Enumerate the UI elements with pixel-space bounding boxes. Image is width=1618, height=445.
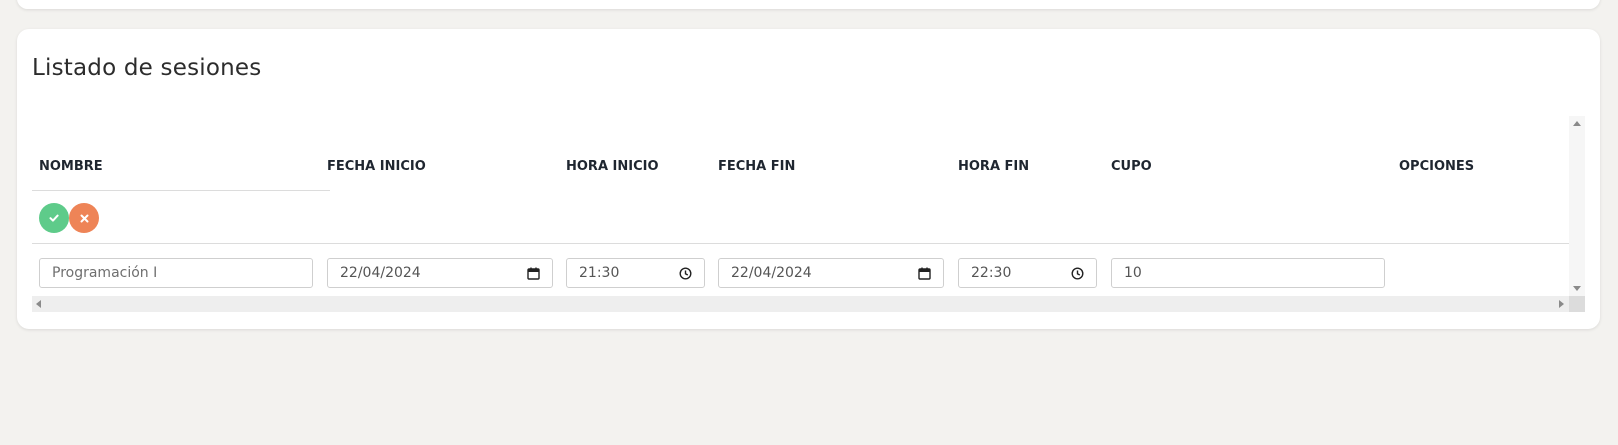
confirm-button[interactable] [39,203,69,233]
vertical-scrollbar[interactable] [1569,116,1585,312]
scrollbar-corner [1569,296,1585,312]
scroll-down-arrow-icon[interactable] [1573,286,1581,291]
hora-fin-value: 22:30 [971,265,1012,281]
fecha-fin-value: 22/04/2024 [731,265,812,281]
hora-inicio-value: 21:30 [579,265,620,281]
header-hora-fin: HORA FIN [958,159,1030,174]
cupo-input[interactable]: 10 [1111,258,1385,288]
check-icon [49,214,59,222]
clock-icon[interactable] [1070,266,1084,280]
nombre-input[interactable]: Programación I [39,258,313,288]
calendar-icon[interactable] [526,266,540,280]
header-fecha-inicio: FECHA INICIO [327,159,426,174]
x-icon [80,214,88,222]
nombre-placeholder: Programación I [52,265,158,281]
fecha-fin-input[interactable]: 22/04/2024 [718,258,944,288]
scroll-up-arrow-icon[interactable] [1573,121,1581,126]
header-opciones: OPCIONES [1399,159,1475,174]
sessions-card: Listado de sesiones NOMBRE FECHA INICIO … [17,29,1600,329]
hora-fin-input[interactable]: 22:30 [958,258,1097,288]
clock-icon[interactable] [678,266,692,280]
cupo-value: 10 [1124,265,1142,281]
cancel-button[interactable] [69,203,99,233]
previous-card [17,0,1600,9]
section-title: Listado de sesiones [32,55,262,81]
hora-inicio-input[interactable]: 21:30 [566,258,705,288]
scroll-left-arrow-icon[interactable] [36,300,41,308]
fecha-inicio-value: 22/04/2024 [340,265,421,281]
calendar-icon[interactable] [917,266,931,280]
horizontal-scrollbar[interactable] [32,296,1569,312]
header-nombre: NOMBRE [39,159,103,174]
header-fecha-fin: FECHA FIN [718,159,796,174]
header-cupo: CUPO [1111,159,1152,174]
row-divider [32,243,1569,244]
fecha-inicio-input[interactable]: 22/04/2024 [327,258,553,288]
scroll-right-arrow-icon[interactable] [1559,300,1564,308]
sessions-table: NOMBRE FECHA INICIO HORA INICIO FECHA FI… [32,116,1585,312]
header-divider [32,190,330,191]
header-hora-inicio: HORA INICIO [566,159,659,174]
